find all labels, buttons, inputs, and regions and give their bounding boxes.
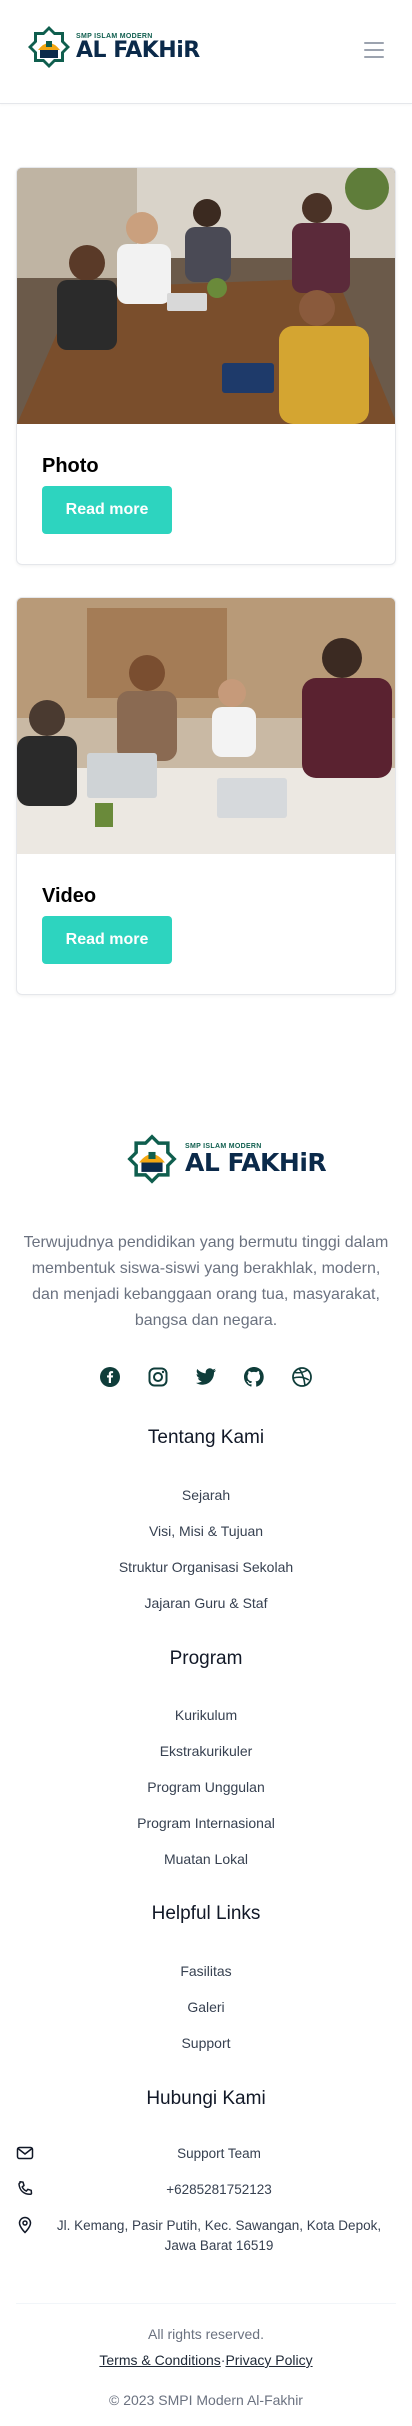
logo-emblem-icon: [127, 1134, 177, 1184]
footer-link-ekstrakurikuler[interactable]: Ekstrakurikuler: [0, 1743, 412, 1759]
footer-logo[interactable]: SMP ISLAM MODERN AL FAKHiR: [125, 1132, 327, 1186]
footer-link-program-internasional[interactable]: Program Internasional: [0, 1815, 412, 1831]
footer-link-support[interactable]: Support: [0, 2035, 412, 2051]
section-heading-program: Program: [169, 1648, 243, 1669]
mission-statement: Terwujudnya pendidikan yang bermutu ting…: [23, 1234, 389, 1329]
footer-link-kurikulum[interactable]: Kurikulum: [0, 1707, 412, 1723]
github-icon[interactable]: [242, 1365, 266, 1389]
contact-phone-row[interactable]: +6285281752123: [16, 2180, 396, 2200]
section-heading-tentang-kami: Tentang Kami: [147, 1427, 265, 1448]
copyright-text: © 2023 SMPI Modern Al-Fakhir: [109, 2392, 303, 2408]
section-heading-hubungi-kami: Hubungi Kami: [146, 2088, 266, 2109]
hamburger-icon[interactable]: [364, 42, 384, 58]
footer-link-visi-misi[interactable]: Visi, Misi & Tujuan: [0, 1523, 412, 1539]
twitter-icon[interactable]: [194, 1365, 218, 1389]
video-card-image: [17, 598, 395, 854]
site-header: SMP ISLAM MODERN AL FAKHiR: [0, 0, 412, 104]
facebook-icon[interactable]: [98, 1365, 122, 1389]
footer-link-galeri[interactable]: Galeri: [0, 1999, 412, 2015]
photo-card: Photo Read more: [16, 167, 396, 565]
photo-card-title: Photo: [42, 455, 99, 477]
footer-link-jajaran-guru[interactable]: Jajaran Guru & Staf: [0, 1595, 412, 1611]
video-card-title: Video: [42, 885, 97, 907]
footer-link-fasilitas[interactable]: Fasilitas: [0, 1963, 412, 1979]
photo-card-image: [17, 168, 395, 424]
map-pin-icon: [18, 2216, 32, 2234]
rights-text: All rights reserved.: [148, 2326, 264, 2342]
video-read-more-button[interactable]: Read more: [42, 916, 172, 964]
site-logo[interactable]: SMP ISLAM MODERN AL FAKHiR: [26, 24, 200, 70]
privacy-link[interactable]: Privacy Policy: [225, 2352, 312, 2368]
mail-icon: [16, 2146, 34, 2160]
logo-emblem-icon: [28, 26, 70, 68]
logo-name: AL FAKHiR: [76, 37, 200, 63]
photo-read-more-button[interactable]: Read more: [42, 486, 172, 534]
contact-phone[interactable]: +6285281752123: [42, 2180, 396, 2200]
footer-link-struktur-organisasi[interactable]: Struktur Organisasi Sekolah: [0, 1559, 412, 1575]
social-links: [0, 1365, 412, 1389]
terms-link[interactable]: Terms & Conditions: [99, 2352, 220, 2368]
contact-email[interactable]: Support Team: [42, 2144, 396, 2164]
phone-icon: [18, 2181, 33, 2196]
footer-link-program-unggulan[interactable]: Program Unggulan: [0, 1779, 412, 1795]
instagram-icon[interactable]: [146, 1365, 170, 1389]
contact-email-row[interactable]: Support Team: [16, 2144, 396, 2164]
footer-divider: [16, 2303, 396, 2304]
dribbble-icon[interactable]: [290, 1365, 314, 1389]
contact-address: Jl. Kemang, Pasir Putih, Kec. Sawangan, …: [56, 2218, 382, 2253]
legal-links: Terms & Conditions·Privacy Policy: [0, 2352, 412, 2368]
section-heading-helpful-links: Helpful Links: [151, 1903, 261, 1924]
footer-logo-name: AL FAKHiR: [185, 1148, 327, 1177]
footer-link-sejarah[interactable]: Sejarah: [0, 1487, 412, 1503]
video-card: Video Read more: [16, 597, 396, 995]
footer-link-muatan-lokal[interactable]: Muatan Lokal: [0, 1851, 412, 1867]
contact-address-row: Jl. Kemang, Pasir Putih, Kec. Sawangan, …: [16, 2216, 396, 2258]
